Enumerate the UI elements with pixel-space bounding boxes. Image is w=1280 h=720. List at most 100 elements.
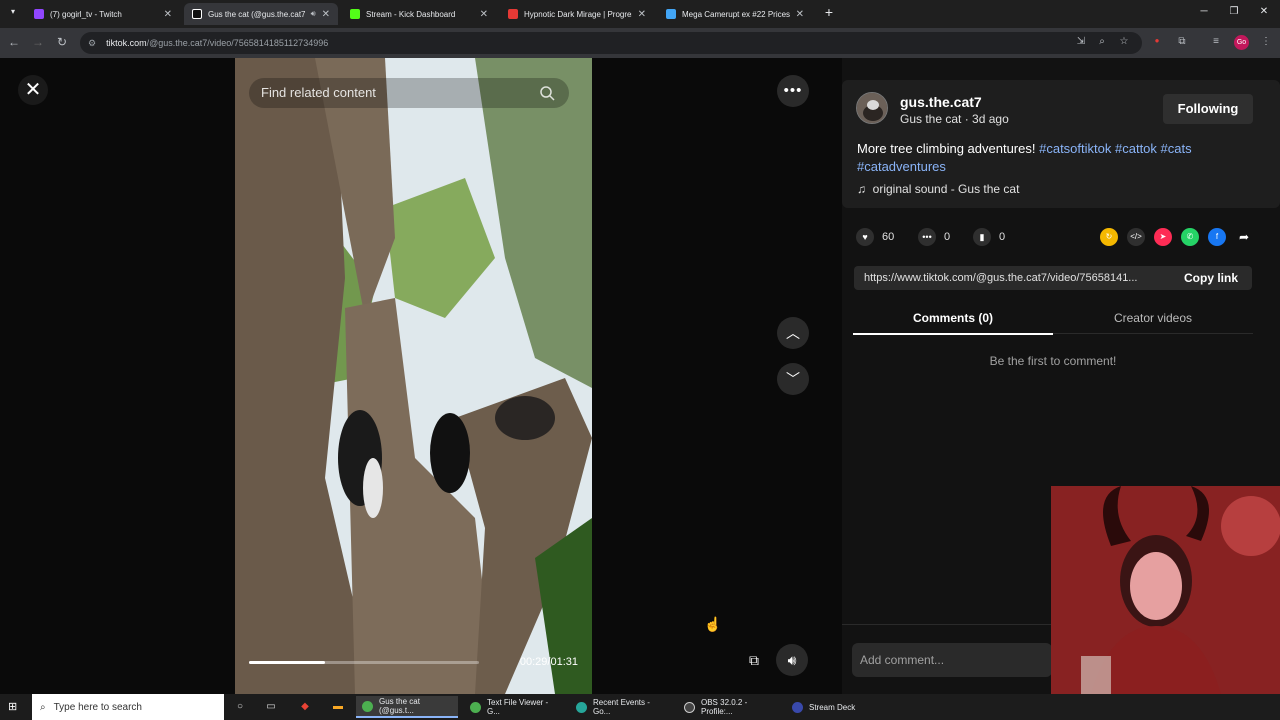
caption-text: More tree climbing adventures!	[857, 141, 1036, 156]
taskbar-search-input[interactable]: ⌕ Type here to search	[32, 694, 224, 720]
site-info-icon[interactable]: ⚙	[88, 38, 96, 49]
tiktok-icon	[192, 9, 202, 19]
url-path: /@gus.the.cat7/video/7565814185112734996	[146, 38, 329, 48]
like-button[interactable]: ♥ 60	[856, 228, 894, 246]
volume-button[interactable]: 🔊︎	[776, 644, 808, 676]
avatar-image	[857, 93, 887, 123]
install-icon[interactable]: ⇲	[1074, 36, 1088, 47]
bookmark-icon: ▮	[973, 228, 991, 246]
taskbar-app-chrome-tiktok[interactable]: Gus the cat (@gus.t...	[356, 696, 458, 718]
save-button[interactable]: ▮ 0	[973, 228, 1005, 246]
task-view-icon[interactable]: ▭	[264, 700, 278, 714]
tab-creator-videos[interactable]: Creator videos	[1053, 311, 1253, 325]
bookmark-star-icon[interactable]: ☆	[1117, 36, 1131, 47]
new-tab-button[interactable]: +	[822, 5, 836, 19]
webcam-overlay	[1051, 486, 1280, 694]
video-player[interactable]: Find related content 00:29/01:31	[235, 58, 592, 694]
avatar[interactable]	[856, 92, 888, 124]
next-video-button[interactable]: ﹀	[777, 363, 809, 395]
save-count: 0	[999, 231, 1006, 243]
obs-icon	[684, 701, 695, 713]
browser-tab-prices[interactable]: Mega Camerupt ex #22 Prices | ✕	[658, 3, 812, 25]
menu-icon[interactable]: ⋮	[1259, 36, 1273, 47]
hashtag-link[interactable]: #catadventures	[857, 159, 946, 174]
repost-icon[interactable]: ↻	[1100, 228, 1118, 246]
tab-strip: ▾ (7) gogirl_tv - Twitch ✕ Gus the cat (…	[0, 0, 1280, 28]
video-frame-image	[235, 58, 592, 694]
heart-icon: ♥	[856, 228, 874, 246]
share-link-text[interactable]: https://www.tiktok.com/@gus.the.cat7/vid…	[864, 272, 1168, 284]
copy-link-button[interactable]: Copy link	[1184, 271, 1238, 285]
file-explorer-icon[interactable]: ▬	[331, 700, 345, 714]
more-options-button[interactable]: •••	[777, 75, 809, 107]
media-icon[interactable]: ≡	[1209, 36, 1223, 47]
webcam-image	[1051, 486, 1280, 694]
share-icon[interactable]: ➦	[1235, 228, 1253, 246]
taskbar-app-recent-events[interactable]: Recent Events - Go...	[570, 696, 670, 718]
comment-placeholder: Add comment...	[860, 653, 945, 667]
close-icon[interactable]: ✕	[796, 9, 804, 20]
related-search-input[interactable]: Find related content	[249, 78, 569, 108]
browser-tab-youtube[interactable]: Hypnotic Dark Mirage | Progres ✕	[500, 3, 654, 25]
app-icon[interactable]: ◆	[298, 700, 312, 714]
windows-start-icon[interactable]: ⊞	[8, 700, 22, 714]
browser-tab-tiktok[interactable]: Gus the cat (@gus.the.cat7) 🔊︎ ✕	[184, 3, 338, 25]
whatsapp-icon[interactable]: ✆	[1181, 228, 1199, 246]
close-icon[interactable]: ✕	[480, 9, 488, 20]
sound-link[interactable]: ♫ original sound - Gus the cat	[857, 182, 1019, 196]
browser-tab-kick[interactable]: Stream - Kick Dashboard ✕	[342, 3, 496, 25]
browser-chrome: ▾ (7) gogirl_tv - Twitch ✕ Gus the cat (…	[0, 0, 1280, 58]
picture-in-picture-button[interactable]: ⧉	[738, 644, 770, 676]
close-icon[interactable]: ✕	[164, 9, 172, 20]
close-icon[interactable]: ✕	[638, 9, 646, 20]
close-icon[interactable]: ✕	[322, 9, 330, 20]
forward-icon[interactable]: →	[30, 35, 46, 49]
taskbar-app-obs[interactable]: OBS 32.0.2 - Profile:...	[678, 696, 782, 718]
profile-avatar[interactable]: Go	[1234, 35, 1249, 50]
author-nickname[interactable]: Gus the cat	[900, 112, 961, 126]
browser-tab-twitch[interactable]: (7) gogirl_tv - Twitch ✕	[26, 3, 180, 25]
add-comment-input[interactable]: Add comment...	[852, 643, 1052, 677]
address-bar[interactable]: ⚙ tiktok.com/@gus.the.cat7/video/7565814…	[80, 32, 1142, 54]
facebook-icon[interactable]: f	[1208, 228, 1226, 246]
author-username[interactable]: gus.the.cat7	[900, 94, 982, 110]
taskbar-app-text-viewer[interactable]: Text File Viewer - G...	[464, 696, 564, 718]
reload-icon[interactable]: ↻	[54, 35, 70, 49]
speaker-icon[interactable]: 🔊︎	[311, 9, 316, 19]
taskbar-app-label: OBS 32.0.2 - Profile:...	[701, 698, 748, 716]
cortana-icon[interactable]: ○	[233, 700, 247, 714]
video-progress-bar[interactable]	[249, 661, 479, 664]
back-icon[interactable]: ←	[6, 35, 22, 49]
post-date: 3d ago	[972, 112, 1009, 126]
zoom-icon[interactable]: ⌕	[1095, 36, 1109, 47]
tab-label: Gus the cat (@gus.the.cat7)	[208, 9, 305, 19]
action-bar: ♥ 60 ••• 0 ▮ 0 ↻ </> ➤ ✆ f ➦	[856, 228, 1266, 248]
tab-label: (7) gogirl_tv - Twitch	[50, 9, 122, 19]
app-icon	[576, 701, 587, 713]
hashtag-link[interactable]: #cats	[1161, 141, 1192, 156]
tab-search-icon[interactable]: ▾	[6, 7, 20, 16]
video-viewer: ✕ Find related content 00:29/01:31 ••• ︿…	[0, 58, 842, 694]
maximize-icon[interactable]: ❐	[1227, 6, 1241, 17]
previous-video-button[interactable]: ︿	[777, 317, 809, 349]
send-icon[interactable]: ➤	[1154, 228, 1172, 246]
comment-button[interactable]: ••• 0	[918, 228, 950, 246]
twitch-icon	[34, 9, 44, 19]
taskbar-app-label: Recent Events - Go...	[593, 698, 650, 716]
tab-comments[interactable]: Comments (0)	[853, 311, 1053, 325]
adblock-icon[interactable]: ●	[1150, 36, 1164, 45]
window-close-icon[interactable]: ✕	[1257, 6, 1271, 17]
taskbar-app-stream-deck[interactable]: Stream Deck	[786, 696, 866, 718]
hashtag-link[interactable]: #cattok	[1115, 141, 1157, 156]
taskbar-app-label: Text File Viewer - G...	[487, 698, 549, 716]
embed-icon[interactable]: </>	[1127, 228, 1145, 246]
minimize-icon[interactable]: ─	[1197, 6, 1211, 17]
following-button[interactable]: Following	[1163, 94, 1253, 124]
site-icon	[666, 9, 676, 19]
browser-toolbar: ← → ↻ ⚙ tiktok.com/@gus.the.cat7/video/7…	[0, 28, 1280, 58]
search-icon[interactable]	[539, 85, 555, 101]
extensions-icon[interactable]: ⧉	[1175, 36, 1189, 47]
close-viewer-button[interactable]: ✕	[18, 75, 48, 105]
hashtag-link[interactable]: #catsoftiktok	[1039, 141, 1111, 156]
music-note-icon: ♫	[857, 182, 866, 196]
